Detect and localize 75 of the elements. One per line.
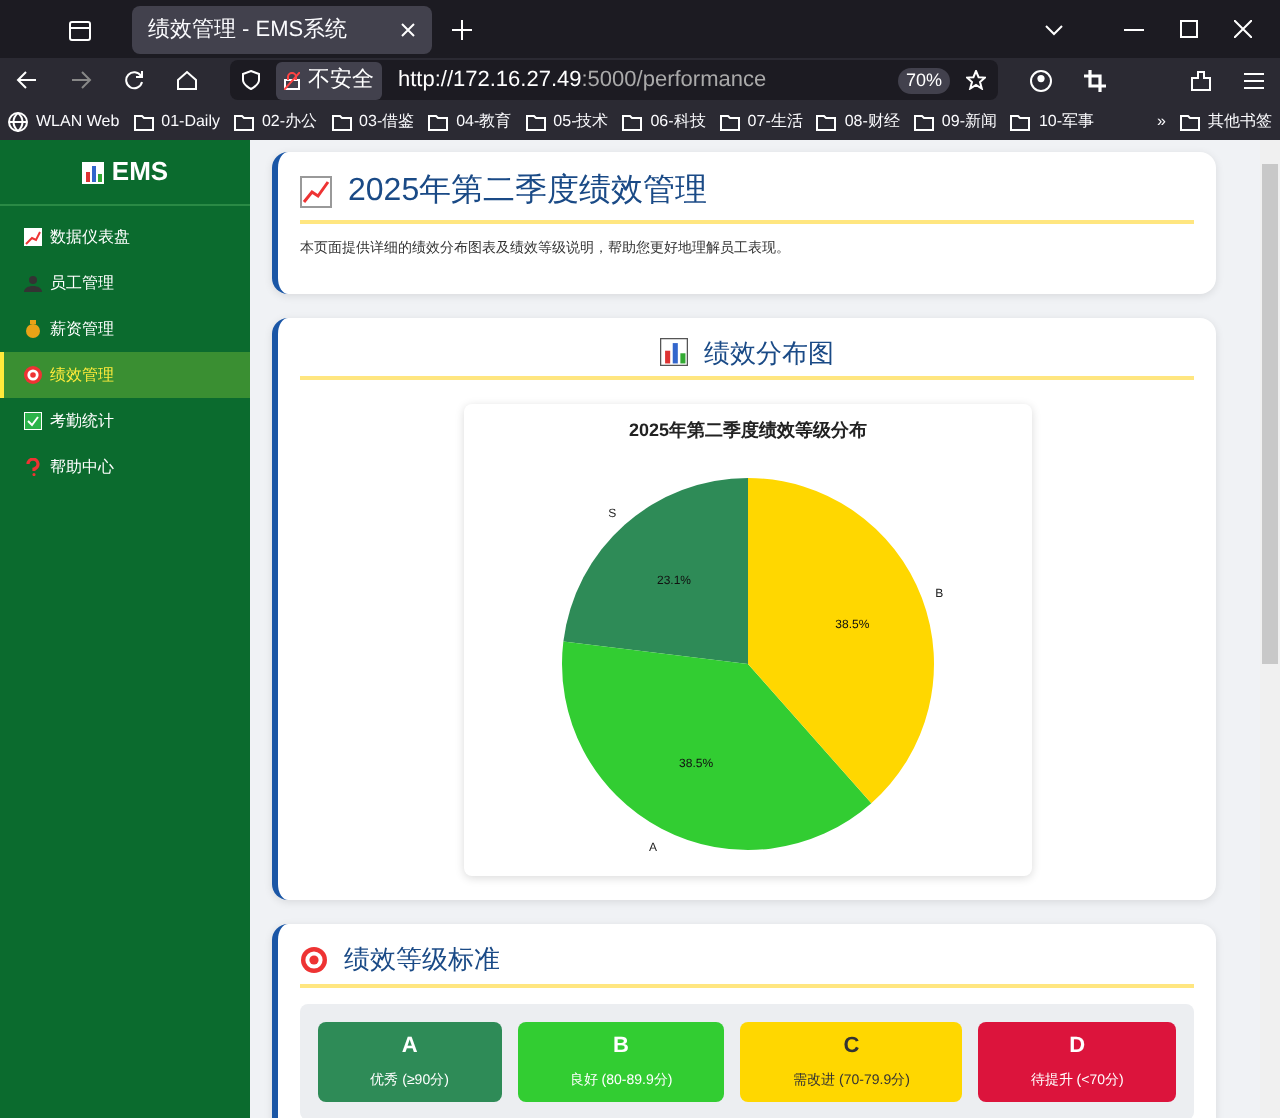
folder-icon <box>525 111 546 132</box>
sidebar-item[interactable]: 考勤统计 <box>0 398 250 445</box>
back-icon[interactable] <box>16 70 38 91</box>
bookmark[interactable]: 08-财经 <box>816 109 900 134</box>
folder-icon <box>913 111 934 132</box>
security-indicator[interactable]: 不安全 <box>276 62 382 100</box>
overflow-chevron[interactable]: » <box>1157 109 1166 134</box>
bookmark[interactable]: 06-科技 <box>622 109 706 134</box>
scrollbar[interactable] <box>1260 140 1280 1118</box>
bookmark[interactable]: 04-教育 <box>428 109 512 134</box>
folder-icon <box>1010 111 1031 132</box>
checkbox-icon <box>24 412 42 431</box>
chevron-down-icon[interactable] <box>1044 24 1064 36</box>
grade-letter: C <box>843 1032 860 1063</box>
address-bar[interactable]: 不安全 http://172.16.27.49:5000/performance 70% <box>230 60 998 101</box>
globe-icon <box>8 111 28 132</box>
bar-chart-icon <box>81 161 104 184</box>
maximize-icon[interactable] <box>1180 20 1198 38</box>
money-bag-icon <box>24 320 42 339</box>
line-chart-icon <box>300 176 332 209</box>
bookmark[interactable]: 10-军事 <box>1010 109 1095 134</box>
folder-icon <box>428 111 449 132</box>
sidebar-item[interactable]: 帮助中心 <box>0 444 250 491</box>
grade-letter: B <box>613 1032 629 1063</box>
bookmark[interactable]: 02-办公 <box>233 109 318 134</box>
bookmark[interactable]: 07-生活 <box>719 109 803 134</box>
bookmark[interactable]: 03-借鉴 <box>331 109 415 134</box>
menu-icon[interactable] <box>1244 71 1264 90</box>
page-title: 2025年第二季度绩效管理 <box>348 171 708 213</box>
target-icon <box>24 366 42 385</box>
bookmark[interactable]: 09-新闻 <box>913 109 997 134</box>
browser-tab[interactable]: 绩效管理 - EMS系统 <box>132 6 432 54</box>
crop-icon[interactable] <box>1084 69 1106 92</box>
home-icon[interactable] <box>176 70 198 91</box>
bar-chart-icon <box>660 338 688 367</box>
bookmark[interactable]: WLAN Web <box>8 109 120 134</box>
bookmark[interactable]: 01-Daily <box>133 109 220 134</box>
grade-letter: A <box>401 1032 418 1063</box>
extensions-icon[interactable] <box>1190 69 1212 92</box>
forward-icon[interactable] <box>70 70 92 91</box>
tab-title: 绩效管理 - EMS系统 <box>148 15 348 46</box>
section-heading: 绩效分布图 <box>704 335 834 372</box>
star-icon[interactable] <box>966 70 986 91</box>
lock-icon <box>284 71 300 90</box>
zoom-level[interactable]: 70% <box>897 67 950 95</box>
target-icon <box>300 945 328 974</box>
folder-icon <box>133 111 154 132</box>
person-icon <box>24 274 42 293</box>
folder-icon <box>233 111 254 132</box>
tab-overview-icon[interactable] <box>68 18 92 42</box>
sidebar-item[interactable]: 薪资管理 <box>0 306 250 353</box>
folder-icon <box>719 111 740 132</box>
folder-icon <box>331 111 352 132</box>
sidebar-item[interactable]: 数据仪表盘 <box>0 214 250 261</box>
new-tab-icon[interactable] <box>452 20 472 40</box>
bookmark[interactable]: 其他书签 <box>1180 109 1272 134</box>
minimize-icon[interactable] <box>1124 28 1144 32</box>
shield-icon[interactable] <box>242 70 260 91</box>
folder-icon <box>816 111 837 132</box>
account-icon[interactable] <box>1030 69 1052 92</box>
question-icon <box>24 458 42 477</box>
section-heading: 绩效等级标准 <box>344 942 500 979</box>
security-label: 不安全 <box>308 65 374 97</box>
close-icon[interactable] <box>400 22 416 38</box>
brand-name: EMS <box>111 154 169 191</box>
reload-icon[interactable] <box>124 70 144 91</box>
folder-icon <box>622 111 643 132</box>
close-window-icon[interactable] <box>1234 20 1252 38</box>
chart-icon <box>24 228 42 247</box>
folder-icon <box>1180 111 1200 132</box>
chart-title: 2025年第二季度绩效等级分布 <box>627 420 867 441</box>
bookmark[interactable]: 05-技术 <box>525 109 609 134</box>
url-text: http://172.16.27.49:5000/performance <box>398 66 767 97</box>
sidebar-item[interactable]: 员工管理 <box>0 260 250 307</box>
grade-letter: D <box>1069 1032 1086 1063</box>
